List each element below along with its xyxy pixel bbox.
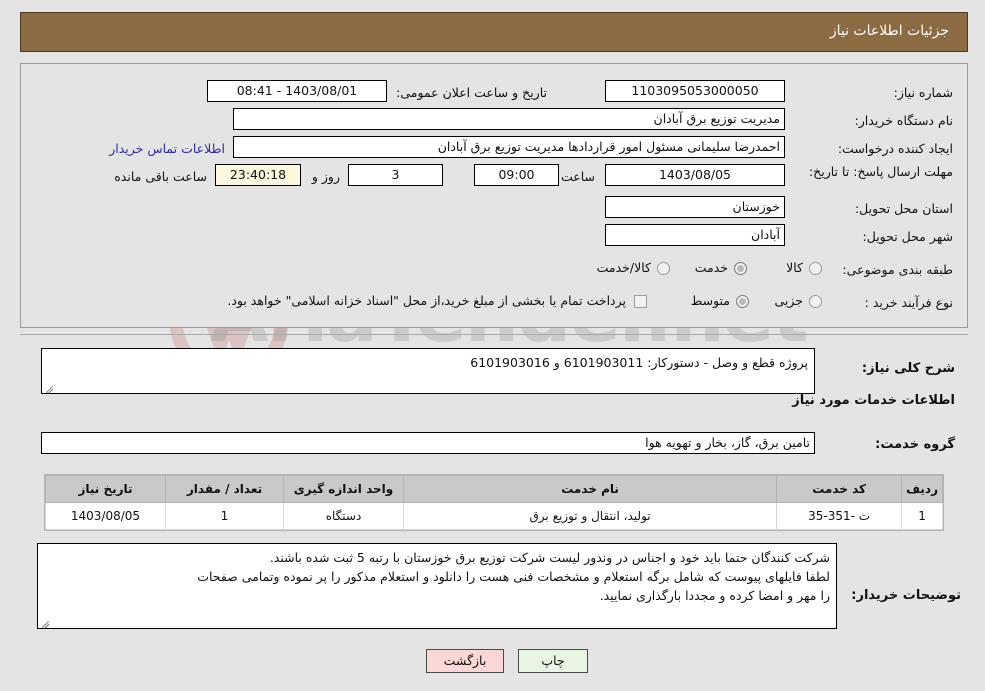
divider-top [20, 334, 968, 335]
countdown-timer-value: 23:40:18 [215, 164, 301, 186]
hour-label: ساعت [560, 169, 595, 184]
general-need-text: پروژه قطع و وصل - دستورکار: 6101903011 و… [470, 355, 808, 370]
treasury-documents-label: پرداخت تمام یا بخشی از مبلغ خرید،از محل … [227, 293, 626, 308]
radio-process-motavaset[interactable] [736, 295, 749, 308]
countdown-unit-label: ساعت باقی مانده [114, 169, 207, 184]
radio-process-motavaset-label: متوسط [690, 293, 730, 308]
announce-label: تاریخ و ساعت اعلان عمومی: [396, 85, 547, 100]
print-button[interactable]: چاپ [518, 649, 588, 673]
category-label: طبقه بندی موضوعی: [842, 262, 953, 277]
radio-category-kala[interactable] [809, 262, 822, 275]
buyer-notes-line-1: شرکت کنندگان حتما باید خود و اجناس در ون… [269, 550, 830, 565]
services-table: ردیف کد خدمت نام خدمت واحد اندازه گیری ت… [45, 475, 943, 530]
treasury-documents-checkbox[interactable] [634, 295, 647, 308]
cell-unit: دستگاه [283, 502, 404, 530]
th-service-name: نام خدمت [402, 475, 778, 503]
resize-grip-icon[interactable] [44, 382, 54, 392]
resize-grip-icon-notes[interactable] [40, 617, 50, 627]
creator-value: احمدرضا سلیمانی مسئول امور قراردادها مدی… [233, 136, 785, 158]
th-quantity: تعداد / مقدار [165, 475, 284, 503]
service-group-label: گروه خدمت: [875, 437, 955, 452]
radio-category-kala-label: کالا [786, 260, 803, 275]
th-need-date: تاریخ نیاز [45, 475, 166, 503]
radio-process-jozi-label: جزیی [774, 293, 803, 308]
deadline-label: مهلت ارسال پاسخ: تا تاریخ: [808, 164, 953, 179]
deadline-date-value: 1403/08/05 [605, 164, 785, 186]
page-title: جزئیات اطلاعات نیاز [829, 23, 949, 39]
radio-category-kala-khedmat[interactable] [657, 262, 670, 275]
back-button[interactable]: بازگشت [426, 649, 504, 673]
radio-category-khedmat[interactable] [734, 262, 747, 275]
cell-service-name: تولید، انتقال و توزیع برق [402, 502, 778, 530]
city-label: شهر محل تحویل: [862, 229, 953, 244]
general-need-textarea[interactable]: پروژه قطع و وصل - دستورکار: 6101903011 و… [41, 348, 815, 394]
th-row: ردیف [901, 475, 943, 503]
buyer-contact-link[interactable]: اطلاعات تماس خریدار [109, 141, 225, 156]
general-need-label: شرح کلی نیاز: [861, 361, 955, 376]
services-section-heading: اطلاعات خدمات مورد نیاز [792, 393, 955, 408]
creator-label: ایجاد کننده درخواست: [837, 141, 953, 156]
need-info-panel: شماره نیاز: 1103095053000050 تاریخ و ساع… [20, 63, 968, 328]
province-label: استان محل تحویل: [854, 201, 953, 216]
services-table-wrapper: ردیف کد خدمت نام خدمت واحد اندازه گیری ت… [44, 474, 944, 531]
announce-value: 1403/08/01 - 08:41 [207, 80, 387, 102]
table-row[interactable]: 1 ت -351-35 تولید، انتقال و توزیع برق دس… [45, 502, 943, 530]
process-label: نوع فرآیند خرید : [864, 295, 953, 310]
table-header-row: ردیف کد خدمت نام خدمت واحد اندازه گیری ت… [45, 475, 943, 503]
radio-process-jozi[interactable] [809, 295, 822, 308]
province-value: خوزستان [605, 196, 785, 218]
need-number-value: 1103095053000050 [605, 80, 785, 102]
cell-need-date: 1403/08/05 [45, 502, 166, 530]
page-root: AriaTender.net جزئیات اطلاعات نیاز شماره… [0, 0, 985, 691]
th-unit: واحد اندازه گیری [283, 475, 404, 503]
remaining-days-value: 3 [348, 164, 443, 186]
deadline-time-value: 09:00 [474, 164, 559, 186]
days-unit-label: روز و [311, 169, 340, 184]
radio-category-kala-khedmat-label: کالا/خدمت [596, 260, 651, 275]
city-value: آبادان [605, 224, 785, 246]
page-header: جزئیات اطلاعات نیاز [20, 12, 968, 52]
cell-row: 1 [901, 502, 943, 530]
th-service-code: کد خدمت [776, 475, 903, 503]
cell-quantity: 1 [165, 502, 284, 530]
cell-service-code: ت -351-35 [776, 502, 903, 530]
buyer-org-label: نام دستگاه خریدار: [854, 113, 953, 128]
buyer-notes-textarea[interactable]: شرکت کنندگان حتما باید خود و اجناس در ون… [37, 543, 837, 629]
buyer-notes-line-3: را مهر و امضا کرده و مجددا بارگذاری نمای… [599, 588, 830, 603]
buyer-notes-line-2: لطفا فایلهای پیوست که شامل برگه استعلام … [197, 569, 830, 584]
service-group-value: تامین برق، گاز، بخار و تهویه هوا [41, 432, 815, 454]
buyer-notes-label: توضیحات خریدار: [851, 588, 961, 603]
buyer-org-value: مدیریت توزیع برق آبادان [233, 108, 785, 130]
need-number-label: شماره نیاز: [893, 85, 953, 100]
radio-category-khedmat-label: خدمت [694, 260, 728, 275]
